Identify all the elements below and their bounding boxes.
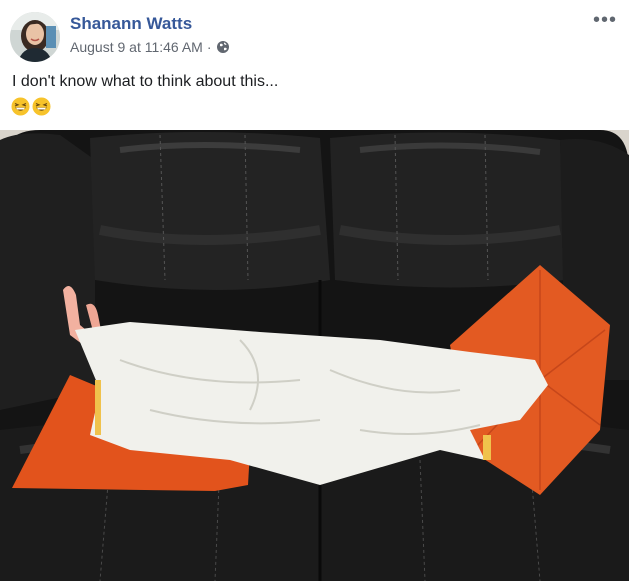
grinning-squinting-face-icon (32, 97, 51, 116)
author-name-link[interactable]: Shanann Watts (70, 14, 192, 34)
facebook-post: Shanann Watts August 9 at 11:46 AM · •••… (0, 0, 629, 581)
tape-strip (95, 380, 101, 435)
globe-icon[interactable] (216, 40, 230, 54)
post-timestamp[interactable]: August 9 at 11:46 AM (70, 39, 203, 55)
avatar-image (10, 12, 60, 62)
more-options-button[interactable]: ••• (593, 10, 617, 30)
tape-strip (483, 435, 491, 460)
grinning-squinting-face-icon (11, 97, 30, 116)
emoji-row (11, 97, 51, 116)
post-text: I don't know what to think about this... (12, 73, 279, 90)
meta-separator: · (206, 39, 212, 55)
post-meta: August 9 at 11:46 AM · (70, 39, 230, 55)
author-avatar[interactable] (10, 12, 60, 62)
post-photo[interactable] (0, 130, 629, 581)
